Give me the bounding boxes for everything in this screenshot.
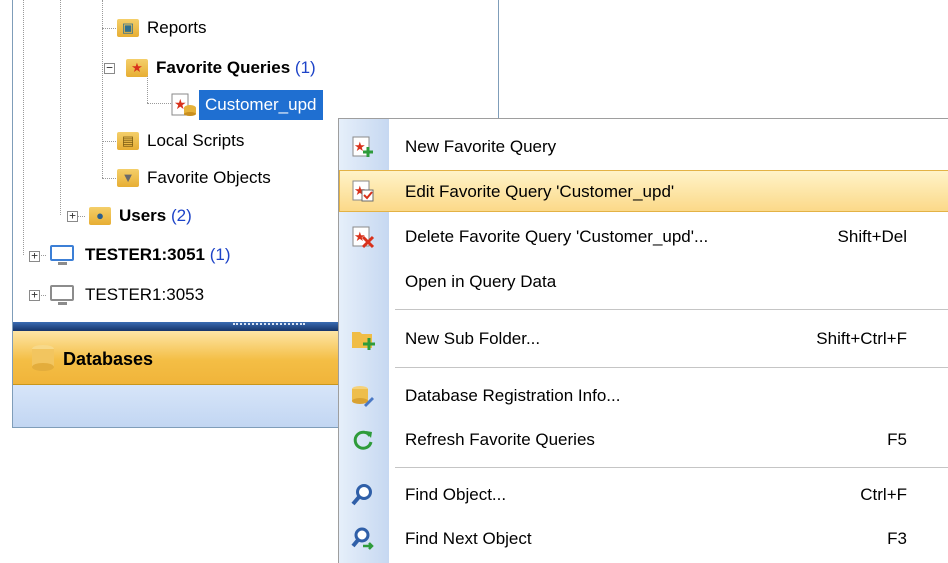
delete-favorite-query-icon: ★: [352, 226, 375, 249]
menu-item-label: New Sub Folder...: [405, 329, 541, 348]
tree-item-server-3053[interactable]: TESTER1:3053: [49, 278, 204, 312]
filter-folder-icon: ▼: [117, 169, 139, 187]
tree-item-label: Local Scripts: [147, 131, 245, 150]
menu-item-shortcut: F3: [887, 529, 907, 548]
tree-line: [102, 178, 116, 179]
new-favorite-query-icon: ★: [352, 136, 373, 157]
tree-line: [102, 28, 116, 29]
item-count: (1): [294, 58, 316, 77]
tree-line: [23, 0, 24, 255]
tree-item-label: Reports: [147, 18, 207, 37]
tree-item-label: Favorite Objects: [147, 168, 271, 187]
menu-separator: [395, 367, 948, 368]
tree-item-reports[interactable]: ▣ Reports: [117, 11, 207, 45]
menu-item-new-favorite-query[interactable]: ★ New Favorite Query: [339, 126, 948, 168]
tree-item-local-scripts[interactable]: ▤ Local Scripts: [117, 124, 244, 158]
menu-item-label: Database Registration Info...: [405, 386, 621, 405]
menu-item-shortcut: Shift+Del: [837, 227, 907, 246]
database-edit-icon: [352, 386, 374, 407]
tree-line: [102, 141, 116, 142]
tree-item-server-3051[interactable]: TESTER1:3051 (1): [49, 238, 231, 272]
tree-line: [147, 103, 171, 104]
server-icon: [49, 284, 77, 306]
menu-item-label: Find Next Object: [405, 529, 532, 548]
reports-folder-icon: ▣: [117, 19, 139, 37]
databases-label: Databases: [63, 349, 154, 369]
menu-item-new-sub-folder[interactable]: New Sub Folder... Shift+Ctrl+F: [339, 318, 948, 360]
splitter-grip[interactable]: [233, 323, 305, 329]
tree-line: [102, 0, 103, 178]
server-connected-icon: [49, 244, 77, 266]
menu-separator: [395, 467, 948, 468]
menu-item-shortcut: Ctrl+F: [860, 485, 907, 504]
edit-favorite-query-icon: ★: [352, 180, 374, 202]
menu-item-shortcut: F5: [887, 430, 907, 449]
scripts-folder-icon: ▤: [117, 132, 139, 150]
menu-item-shortcut: Shift+Ctrl+F: [816, 329, 907, 348]
context-menu: ★ New Favorite Query ★ Edit Favorite Que…: [338, 118, 948, 563]
tree-item-customer-upd[interactable]: ★ Customer_upd: [171, 88, 323, 122]
menu-item-label: Refresh Favorite Queries: [405, 430, 595, 449]
menu-item-label: New Favorite Query: [405, 137, 557, 156]
selected-item-label: Customer_upd: [199, 90, 323, 120]
tree-item-label: TESTER1:3051: [85, 245, 205, 264]
search-next-icon: [351, 527, 374, 550]
menu-item-refresh-favorite-queries[interactable]: Refresh Favorite Queries F5: [339, 419, 948, 461]
favorite-query-icon: ★: [171, 93, 196, 116]
tree-item-label: Users: [119, 206, 167, 225]
search-icon: [351, 484, 372, 506]
menu-item-label: Open in Query Data: [405, 272, 557, 291]
menu-item-label: Edit Favorite Query 'Customer_upd': [405, 182, 675, 201]
tree-item-favorite-queries[interactable]: ★ Favorite Queries (1): [126, 51, 316, 85]
new-folder-icon: [352, 332, 375, 350]
favorite-folder-icon: ★: [126, 59, 148, 77]
expand-icon[interactable]: +: [29, 289, 40, 301]
menu-item-database-registration-info[interactable]: Database Registration Info...: [339, 375, 948, 417]
menu-item-label: Delete Favorite Query 'Customer_upd'...: [405, 227, 709, 246]
tree-item-favorite-objects[interactable]: ▼ Favorite Objects: [117, 161, 271, 195]
menu-item-open-in-query-data[interactable]: Open in Query Data: [339, 261, 948, 303]
database-icon: [32, 345, 54, 371]
menu-item-find-next-object[interactable]: Find Next Object F3: [339, 518, 948, 560]
expand-icon[interactable]: +: [29, 250, 40, 262]
tree-line: [60, 0, 61, 215]
menu-separator: [395, 309, 948, 310]
item-count: (1): [209, 245, 231, 264]
tree-item-label: Favorite Queries: [156, 58, 291, 77]
menu-item-find-object[interactable]: Find Object... Ctrl+F: [339, 474, 948, 516]
tree-item-users[interactable]: ● Users (2): [89, 199, 192, 233]
expand-icon[interactable]: +: [67, 210, 78, 222]
menu-item-label: Find Object...: [405, 485, 507, 504]
refresh-icon: [353, 430, 373, 450]
menu-item-edit-favorite-query[interactable]: ★ Edit Favorite Query 'Customer_upd': [339, 170, 948, 212]
users-folder-icon: ●: [89, 207, 111, 225]
tree-item-label: TESTER1:3053: [85, 285, 205, 304]
collapse-icon[interactable]: −: [104, 62, 115, 74]
menu-item-delete-favorite-query[interactable]: ★ Delete Favorite Query 'Customer_upd'..…: [339, 216, 948, 258]
item-count: (2): [171, 206, 192, 225]
